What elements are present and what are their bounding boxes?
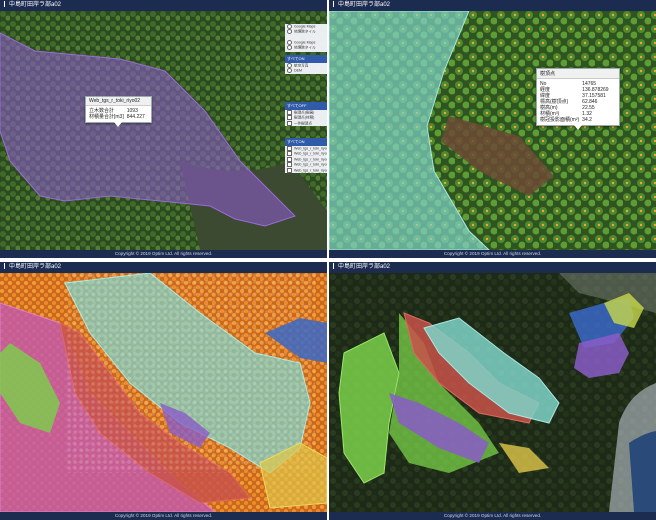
panel-title-bar: 中島町田岸ラ部a02 bbox=[329, 262, 656, 273]
popup-title: Web_tgs_r_toki_riyo02 bbox=[86, 97, 151, 106]
panel-title-bar: 中島町田岸ラ部a02 bbox=[329, 0, 656, 11]
panel-footer: Copyright © 2019 Optim Ltd. All rights r… bbox=[329, 512, 656, 520]
legend-item[interactable]: 地理院タイル bbox=[285, 29, 327, 34]
info-popup: Web_tgs_r_toki_riyo02 立木数合計 1093 材積量合計[m3… bbox=[85, 96, 152, 127]
panel-footer: Copyright © 2019 Optim Ltd. All rights r… bbox=[329, 250, 656, 258]
map-panel-1[interactable]: 中島町田岸ラ部a02 Web_tgs_r_toki_riyo02 立木数合計 10… bbox=[0, 0, 327, 258]
panel-title: 中島町田岸ラ部a02 bbox=[338, 264, 391, 270]
panel-title: 中島町田岸ラ部a02 bbox=[9, 2, 62, 8]
popup-value: 34.2 bbox=[582, 117, 592, 123]
map-panel-2[interactable]: 中島町田岸ラ部a02 樹頂点 No 14765 経度 136.878269 緯度 37… bbox=[329, 0, 656, 258]
legend-item[interactable]: DEM bbox=[285, 68, 327, 73]
layer-legend-2[interactable]: すべてOFF 樹頂点(樹高) 樹頂点(材積) 一件樹頂点 bbox=[285, 102, 327, 127]
basemap-legend-more[interactable]: Google Maps 地理院タイル bbox=[285, 40, 327, 52]
legend-header[interactable]: すべてOFF bbox=[285, 102, 327, 110]
map-canvas[interactable] bbox=[0, 11, 327, 250]
popup-label: 樹冠投影面積(m²) bbox=[540, 117, 580, 123]
layer-legend-3[interactable]: すべてON Web_tgs_r_toki_riyo01 Web_tgs_r_to… bbox=[285, 138, 327, 174]
legend-header[interactable]: すべてON bbox=[285, 138, 327, 146]
panel-footer: Copyright © 2019 Optim Ltd. All rights r… bbox=[0, 250, 327, 258]
layer-legend-1[interactable]: すべてON 航空写真 DEM bbox=[285, 55, 327, 74]
basemap-legend[interactable]: Google Maps 地理院タイル bbox=[285, 24, 327, 40]
panel-title: 中島町田岸ラ部a02 bbox=[338, 2, 391, 8]
popup-label: 材積量合計[m3] bbox=[89, 114, 124, 120]
legend-checkbox[interactable]: 一件樹頂点 bbox=[285, 121, 327, 126]
panel-footer: Copyright © 2019 Optim Ltd. All rights r… bbox=[0, 512, 327, 520]
legend-item[interactable]: 地理院タイル bbox=[285, 45, 327, 50]
legend-checkbox[interactable]: Web_tgs_r_toki_riyo05 bbox=[285, 168, 327, 173]
panel-title: 中島町田岸ラ部a02 bbox=[9, 264, 62, 270]
popup-title: 樹頂点 bbox=[537, 69, 619, 79]
map-canvas[interactable] bbox=[0, 273, 327, 512]
legend-header[interactable]: すべてON bbox=[285, 55, 327, 63]
tree-top-popup: 樹頂点 No 14765 経度 136.878269 緯度 37.157581 標高(… bbox=[536, 68, 620, 130]
map-canvas[interactable] bbox=[329, 273, 656, 512]
panel-title-bar: 中島町田岸ラ部a02 bbox=[0, 262, 327, 273]
popup-value: 844.227 bbox=[126, 114, 145, 120]
panel-title-bar: 中島町田岸ラ部a02 bbox=[0, 0, 327, 11]
map-panel-3[interactable]: 中島町田岸ラ部a02 Copyright © 2019 Optim Ltd. A… bbox=[0, 262, 327, 520]
map-panel-4[interactable]: 中島町田岸ラ部a02 Copyright © 2019 Optim Ltd. A… bbox=[329, 262, 656, 520]
map-canvas[interactable] bbox=[329, 11, 656, 250]
